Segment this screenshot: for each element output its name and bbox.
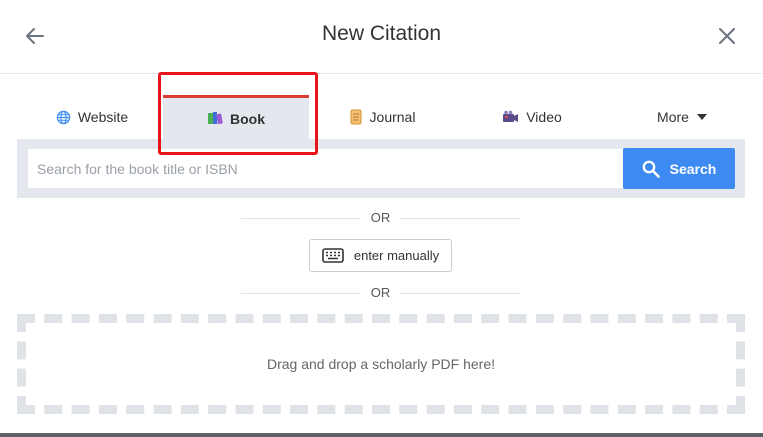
caret-down-icon — [696, 114, 707, 120]
tab-more-label: More — [657, 109, 689, 125]
search-button[interactable]: Search — [623, 148, 735, 189]
tab-book[interactable]: Book — [163, 95, 309, 139]
divider-line — [400, 293, 520, 294]
tab-video-label: Video — [526, 109, 562, 125]
search-input[interactable] — [28, 149, 624, 188]
search-button-label: Search — [669, 160, 717, 177]
dropzone-text: Drag and drop a scholarly PDF here! — [267, 356, 495, 372]
film-camera-icon — [502, 110, 519, 124]
tab-journal[interactable]: Journal — [327, 95, 437, 139]
close-icon — [719, 28, 735, 44]
search-icon — [642, 160, 660, 178]
divider-line — [400, 218, 520, 219]
enter-manually-label: enter manually — [353, 248, 440, 263]
enter-manually-button[interactable]: enter manually — [309, 239, 452, 272]
source-type-tabs: Website Book Journal Video More — [17, 95, 745, 139]
tab-video[interactable]: Video — [477, 95, 587, 139]
search-panel: Search — [17, 139, 745, 198]
tab-website-label: Website — [77, 109, 129, 125]
keyboard-icon — [322, 248, 344, 263]
globe-icon — [56, 110, 71, 125]
or-divider: OR — [241, 285, 520, 301]
dialog-title: New Citation — [321, 22, 442, 45]
pdf-dropzone[interactable]: Drag and drop a scholarly PDF here! — [17, 314, 745, 414]
scroll-icon — [349, 109, 363, 125]
or-divider: OR — [241, 210, 520, 226]
book-icon — [207, 111, 223, 126]
tab-book-label: Book — [230, 110, 265, 127]
bottom-edge — [0, 433, 763, 437]
tab-website[interactable]: Website — [37, 95, 147, 139]
dialog-header: New Citation — [0, 0, 763, 74]
tab-journal-label: Journal — [369, 109, 416, 125]
tab-more[interactable]: More — [627, 95, 737, 139]
close-button[interactable] — [715, 24, 739, 48]
